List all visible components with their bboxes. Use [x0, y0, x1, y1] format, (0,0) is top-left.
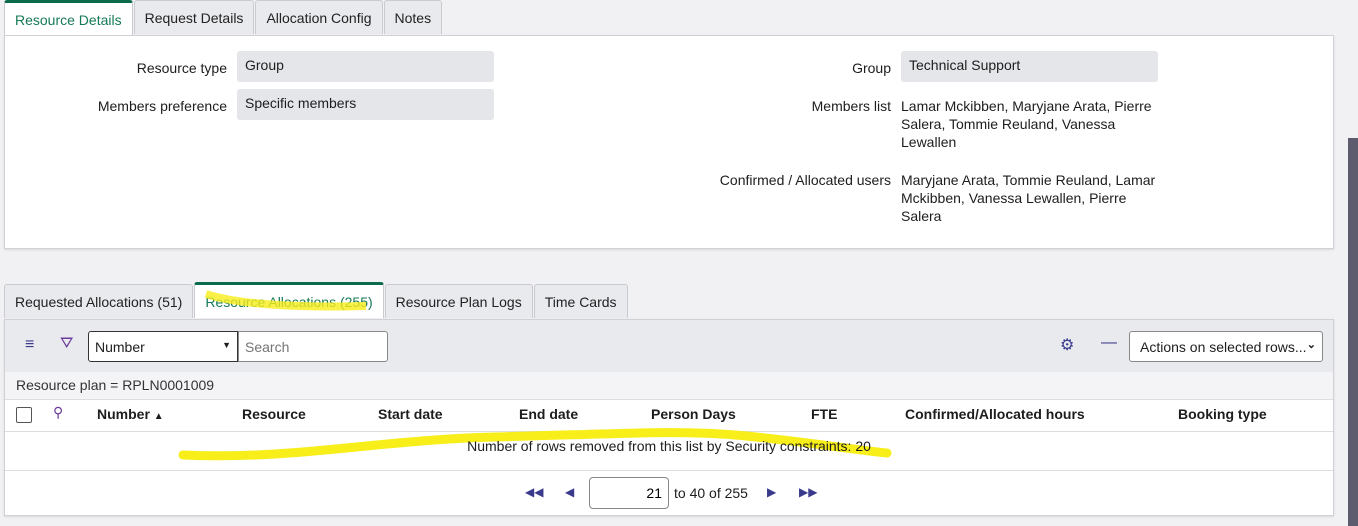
tab-allocation-config[interactable]: Allocation Config — [255, 0, 383, 34]
last-page-icon[interactable]: ▶▶ — [799, 485, 817, 499]
tab-request-details[interactable]: Request Details — [133, 0, 255, 34]
dropdown-caret-icon: ▼ — [222, 340, 231, 350]
tab-requested-allocations[interactable]: Requested Allocations (51) — [4, 284, 194, 318]
column-start-date[interactable]: Start date — [378, 406, 443, 422]
resource-details-panel: Resource type Group Members preference S… — [4, 35, 1334, 249]
hamburger-menu-icon[interactable]: ≡ — [25, 336, 34, 354]
column-number-label: Number — [97, 406, 150, 422]
group-field[interactable]: Technical Support — [901, 51, 1158, 82]
field-select-value: Number — [95, 339, 145, 355]
search-icon[interactable]: ⚲ — [53, 404, 63, 421]
resource-allocations-list: ≡ ⛛ Number ▼ ⚙ — Actions on selected rows… — [4, 319, 1334, 516]
record-tabs: Resource Details Request Details Allocat… — [4, 0, 443, 36]
first-page-icon[interactable]: ◀◀ — [525, 485, 543, 499]
members-list-label: Members list — [811, 98, 891, 114]
column-resource[interactable]: Resource — [242, 406, 306, 422]
page-number-input[interactable] — [589, 477, 669, 509]
collapse-icon[interactable]: — — [1101, 334, 1117, 352]
chevron-down-icon: ⌄ — [1306, 339, 1316, 351]
confirmed-users-value: Maryjane Arata, Tommie Reuland, Lamar Mc… — [901, 172, 1156, 224]
column-booking-type[interactable]: Booking type — [1178, 406, 1267, 422]
members-list-value: Lamar Mckibben, Maryjane Arata, Pierre S… — [901, 98, 1152, 150]
search-input[interactable] — [238, 331, 388, 362]
resource-type-label: Resource type — [136, 60, 227, 76]
members-preference-field: Specific members — [237, 89, 494, 120]
previous-page-icon[interactable]: ◀ — [565, 485, 574, 499]
sort-ascending-icon: ▲ — [153, 411, 164, 422]
column-fte[interactable]: FTE — [811, 406, 837, 422]
tab-time-cards[interactable]: Time Cards — [533, 284, 628, 318]
next-page-icon[interactable]: ▶ — [767, 485, 776, 499]
column-end-date[interactable]: End date — [519, 406, 578, 422]
tab-resource-plan-logs[interactable]: Resource Plan Logs — [384, 284, 533, 318]
page-range-text: to 40 of 255 — [674, 485, 748, 501]
gear-icon[interactable]: ⚙ — [1060, 335, 1074, 355]
column-number[interactable]: Number ▲ — [97, 406, 164, 422]
filter-icon[interactable]: ⛛ — [60, 335, 73, 353]
column-person-days[interactable]: Person Days — [651, 406, 736, 422]
actions-select[interactable]: Actions on selected rows... ⌄ — [1129, 331, 1323, 362]
tab-resource-details[interactable]: Resource Details — [4, 0, 133, 36]
tab-highlight-annotation — [204, 290, 367, 311]
field-select[interactable]: Number ▼ — [88, 331, 238, 362]
resource-type-field: Group — [237, 51, 494, 82]
confirmed-users-label: Confirmed / Allocated users — [719, 172, 891, 188]
column-confirmed-hours[interactable]: Confirmed/Allocated hours — [905, 406, 1085, 422]
security-constraints-message: Number of rows removed from this list by… — [467, 438, 871, 454]
tab-notes[interactable]: Notes — [383, 0, 443, 34]
filter-breadcrumb[interactable]: Resource plan = RPLN0001009 — [5, 372, 1333, 400]
select-all-checkbox[interactable] — [16, 407, 32, 423]
actions-select-value: Actions on selected rows... — [1140, 339, 1307, 355]
members-preference-label: Members preference — [97, 98, 227, 114]
scrollbar-thumb[interactable] — [1348, 138, 1358, 526]
group-label: Group — [852, 60, 891, 76]
page-scrollbar[interactable] — [1348, 0, 1358, 526]
